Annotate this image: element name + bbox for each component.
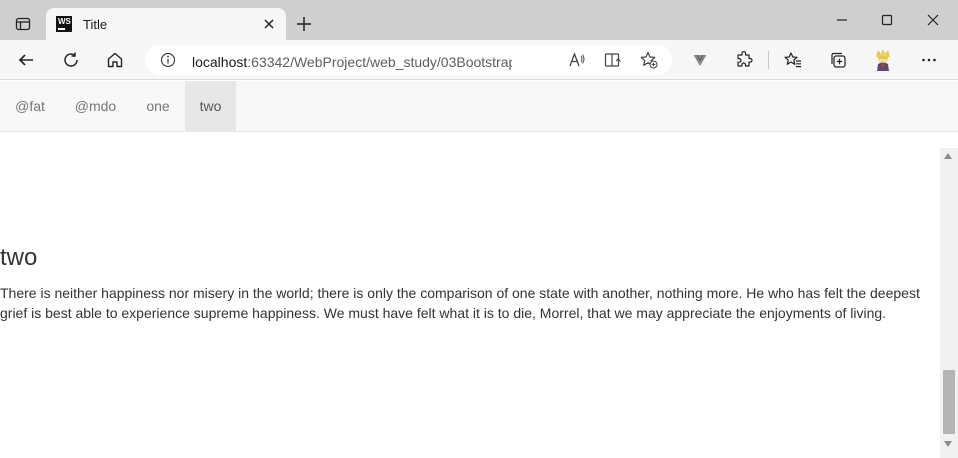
browser-tab-strip: WS Title — [0, 0, 958, 41]
url-path: :63342/WebProject/web_study/03Bootstrap的… — [247, 54, 512, 70]
toolbar-divider — [768, 51, 769, 69]
favorites-icon[interactable] — [779, 46, 807, 74]
nav-item-mdo[interactable]: @mdo — [60, 81, 131, 131]
profile-avatar[interactable] — [872, 48, 894, 72]
address-bar[interactable]: localhost:63342/WebProject/web_study/03B… — [145, 45, 672, 75]
back-icon[interactable] — [12, 46, 40, 74]
extension-v-icon[interactable] — [686, 46, 714, 74]
browser-toolbar: localhost:63342/WebProject/web_study/03B… — [0, 40, 958, 80]
home-icon[interactable] — [101, 46, 129, 74]
nav-item-one[interactable]: one — [131, 81, 185, 131]
nav-item-fat[interactable]: @fat — [0, 81, 60, 131]
read-aloud-icon[interactable] — [567, 50, 587, 70]
scrollbar-thumb[interactable] — [943, 370, 955, 434]
scroll-down-arrow-icon[interactable] — [944, 441, 952, 447]
close-icon[interactable] — [260, 15, 278, 33]
extensions-icon[interactable] — [730, 46, 758, 74]
info-icon[interactable] — [159, 51, 177, 69]
refresh-icon[interactable] — [57, 46, 85, 74]
browser-tab[interactable]: WS Title — [46, 8, 286, 41]
nav-item-two[interactable]: two — [185, 81, 236, 131]
scroll-up-arrow-icon[interactable] — [944, 153, 952, 159]
url-host: localhost — [192, 54, 248, 70]
window-close-icon[interactable] — [910, 4, 956, 36]
section-paragraph: There is neither happiness nor misery in… — [0, 285, 920, 321]
maximize-icon[interactable] — [864, 4, 910, 36]
more-icon[interactable] — [915, 46, 943, 74]
tab-actions-icon[interactable] — [8, 9, 38, 39]
plus-icon[interactable] — [292, 12, 316, 36]
minimize-icon[interactable] — [819, 4, 865, 36]
collections-icon[interactable] — [824, 46, 852, 74]
page-content: two There is neither happiness nor miser… — [0, 132, 940, 458]
section-heading: two — [0, 244, 38, 271]
add-favorite-icon[interactable] — [639, 50, 659, 70]
favicon: WS — [56, 16, 72, 32]
page-navbar: @fat @mdo one two — [0, 81, 958, 132]
url-text[interactable]: localhost:63342/WebProject/web_study/03B… — [192, 52, 512, 72]
immersive-reader-icon[interactable] — [603, 50, 623, 70]
tab-title: Title — [83, 17, 108, 32]
